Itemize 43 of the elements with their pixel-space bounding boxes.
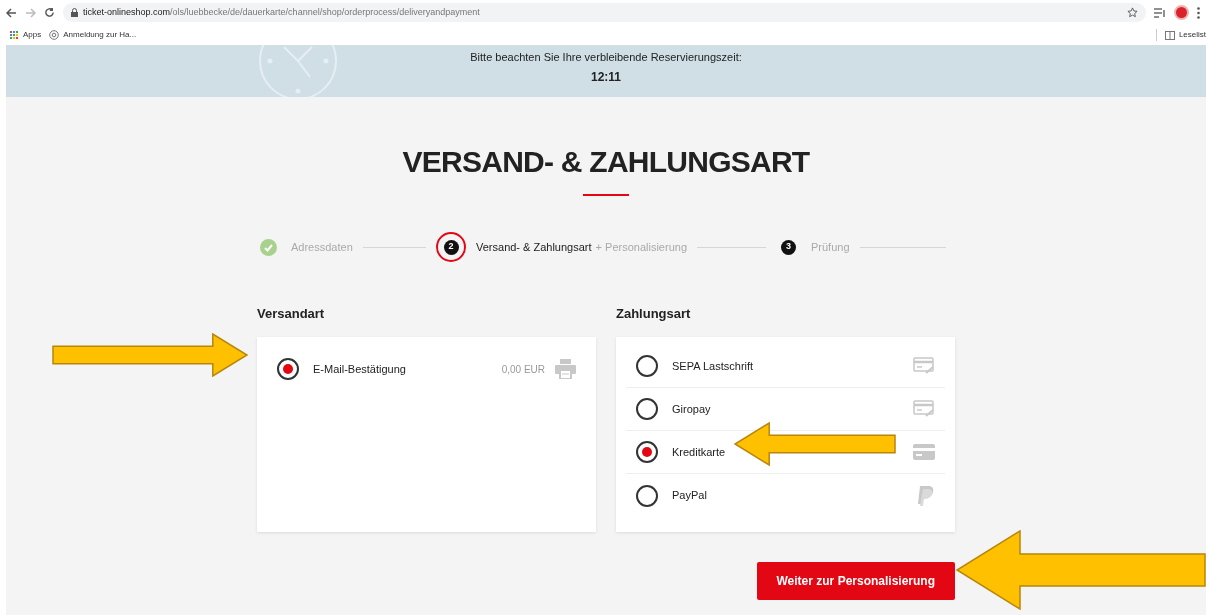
step-label: Versand- & Zahlungsart <box>476 239 592 255</box>
option-label[interactable]: SEPA Lastschrift <box>672 357 754 375</box>
option-label[interactable]: E-Mail-Bestätigung <box>313 360 406 378</box>
reading-list-button[interactable]: Leselist <box>1164 29 1206 41</box>
step-label: Prüfung <box>811 239 850 255</box>
section-heading: Zahlungsart <box>616 305 692 322</box>
option-label[interactable]: Giropay <box>672 400 711 418</box>
card-edit-icon <box>913 400 935 418</box>
reservation-notice: Bitte beachten Sie Ihre verbleibende Reservierungszeit: <box>470 50 742 65</box>
paypal-icon <box>917 485 935 506</box>
profile-avatar[interactable] <box>1174 5 1189 20</box>
lock-icon <box>71 8 78 17</box>
reservation-timer: 12:11 <box>591 68 621 86</box>
step-suffix: + Personalisierung <box>595 239 687 255</box>
bookmark-item[interactable]: Anmeldung zur Ha... <box>49 29 137 41</box>
reload-icon[interactable] <box>44 7 55 18</box>
section-heading: Versandart <box>257 305 326 322</box>
reading-list-icon <box>1164 30 1175 40</box>
back-icon[interactable] <box>6 7 17 18</box>
step-label: Adressdaten <box>291 239 353 255</box>
radio-button[interactable] <box>636 441 658 463</box>
radio-button[interactable] <box>636 355 658 377</box>
bookmark-item[interactable]: Apps <box>10 29 42 41</box>
option-price: 0,00 EUR <box>501 362 545 377</box>
radio-button[interactable] <box>636 484 658 507</box>
option-label[interactable]: Kreditkarte <box>672 443 726 461</box>
step-number: 3 <box>776 234 801 260</box>
step-number: 2 <box>436 232 466 262</box>
url-text: ticket-onlineshop.com/ols/luebbecke/de/dauerkarte/channel/shop/orderprocess/deliveryandpayment <box>83 5 480 19</box>
card-edit-icon <box>913 357 935 375</box>
globe-icon <box>49 30 60 40</box>
radio-button[interactable] <box>636 398 658 420</box>
playlist-icon[interactable] <box>1154 7 1166 18</box>
printer-icon <box>555 359 576 379</box>
page-title: VERSAND- & ZAHLUNGSART <box>402 144 810 180</box>
address-bar[interactable]: ticket-onlineshop.com/ols/luebbecke/de/dauerkarte/channel/shop/orderprocess/deliveryandpayment <box>63 3 1146 22</box>
menu-icon[interactable] <box>1197 6 1200 19</box>
apps-grid-icon <box>10 30 19 40</box>
option-label[interactable]: PayPal <box>672 487 707 504</box>
credit-card-icon <box>913 444 935 460</box>
star-icon[interactable] <box>1127 7 1138 18</box>
next-button[interactable]: Weiter zur Personalisierung <box>756 562 955 600</box>
radio-button[interactable] <box>277 358 299 380</box>
